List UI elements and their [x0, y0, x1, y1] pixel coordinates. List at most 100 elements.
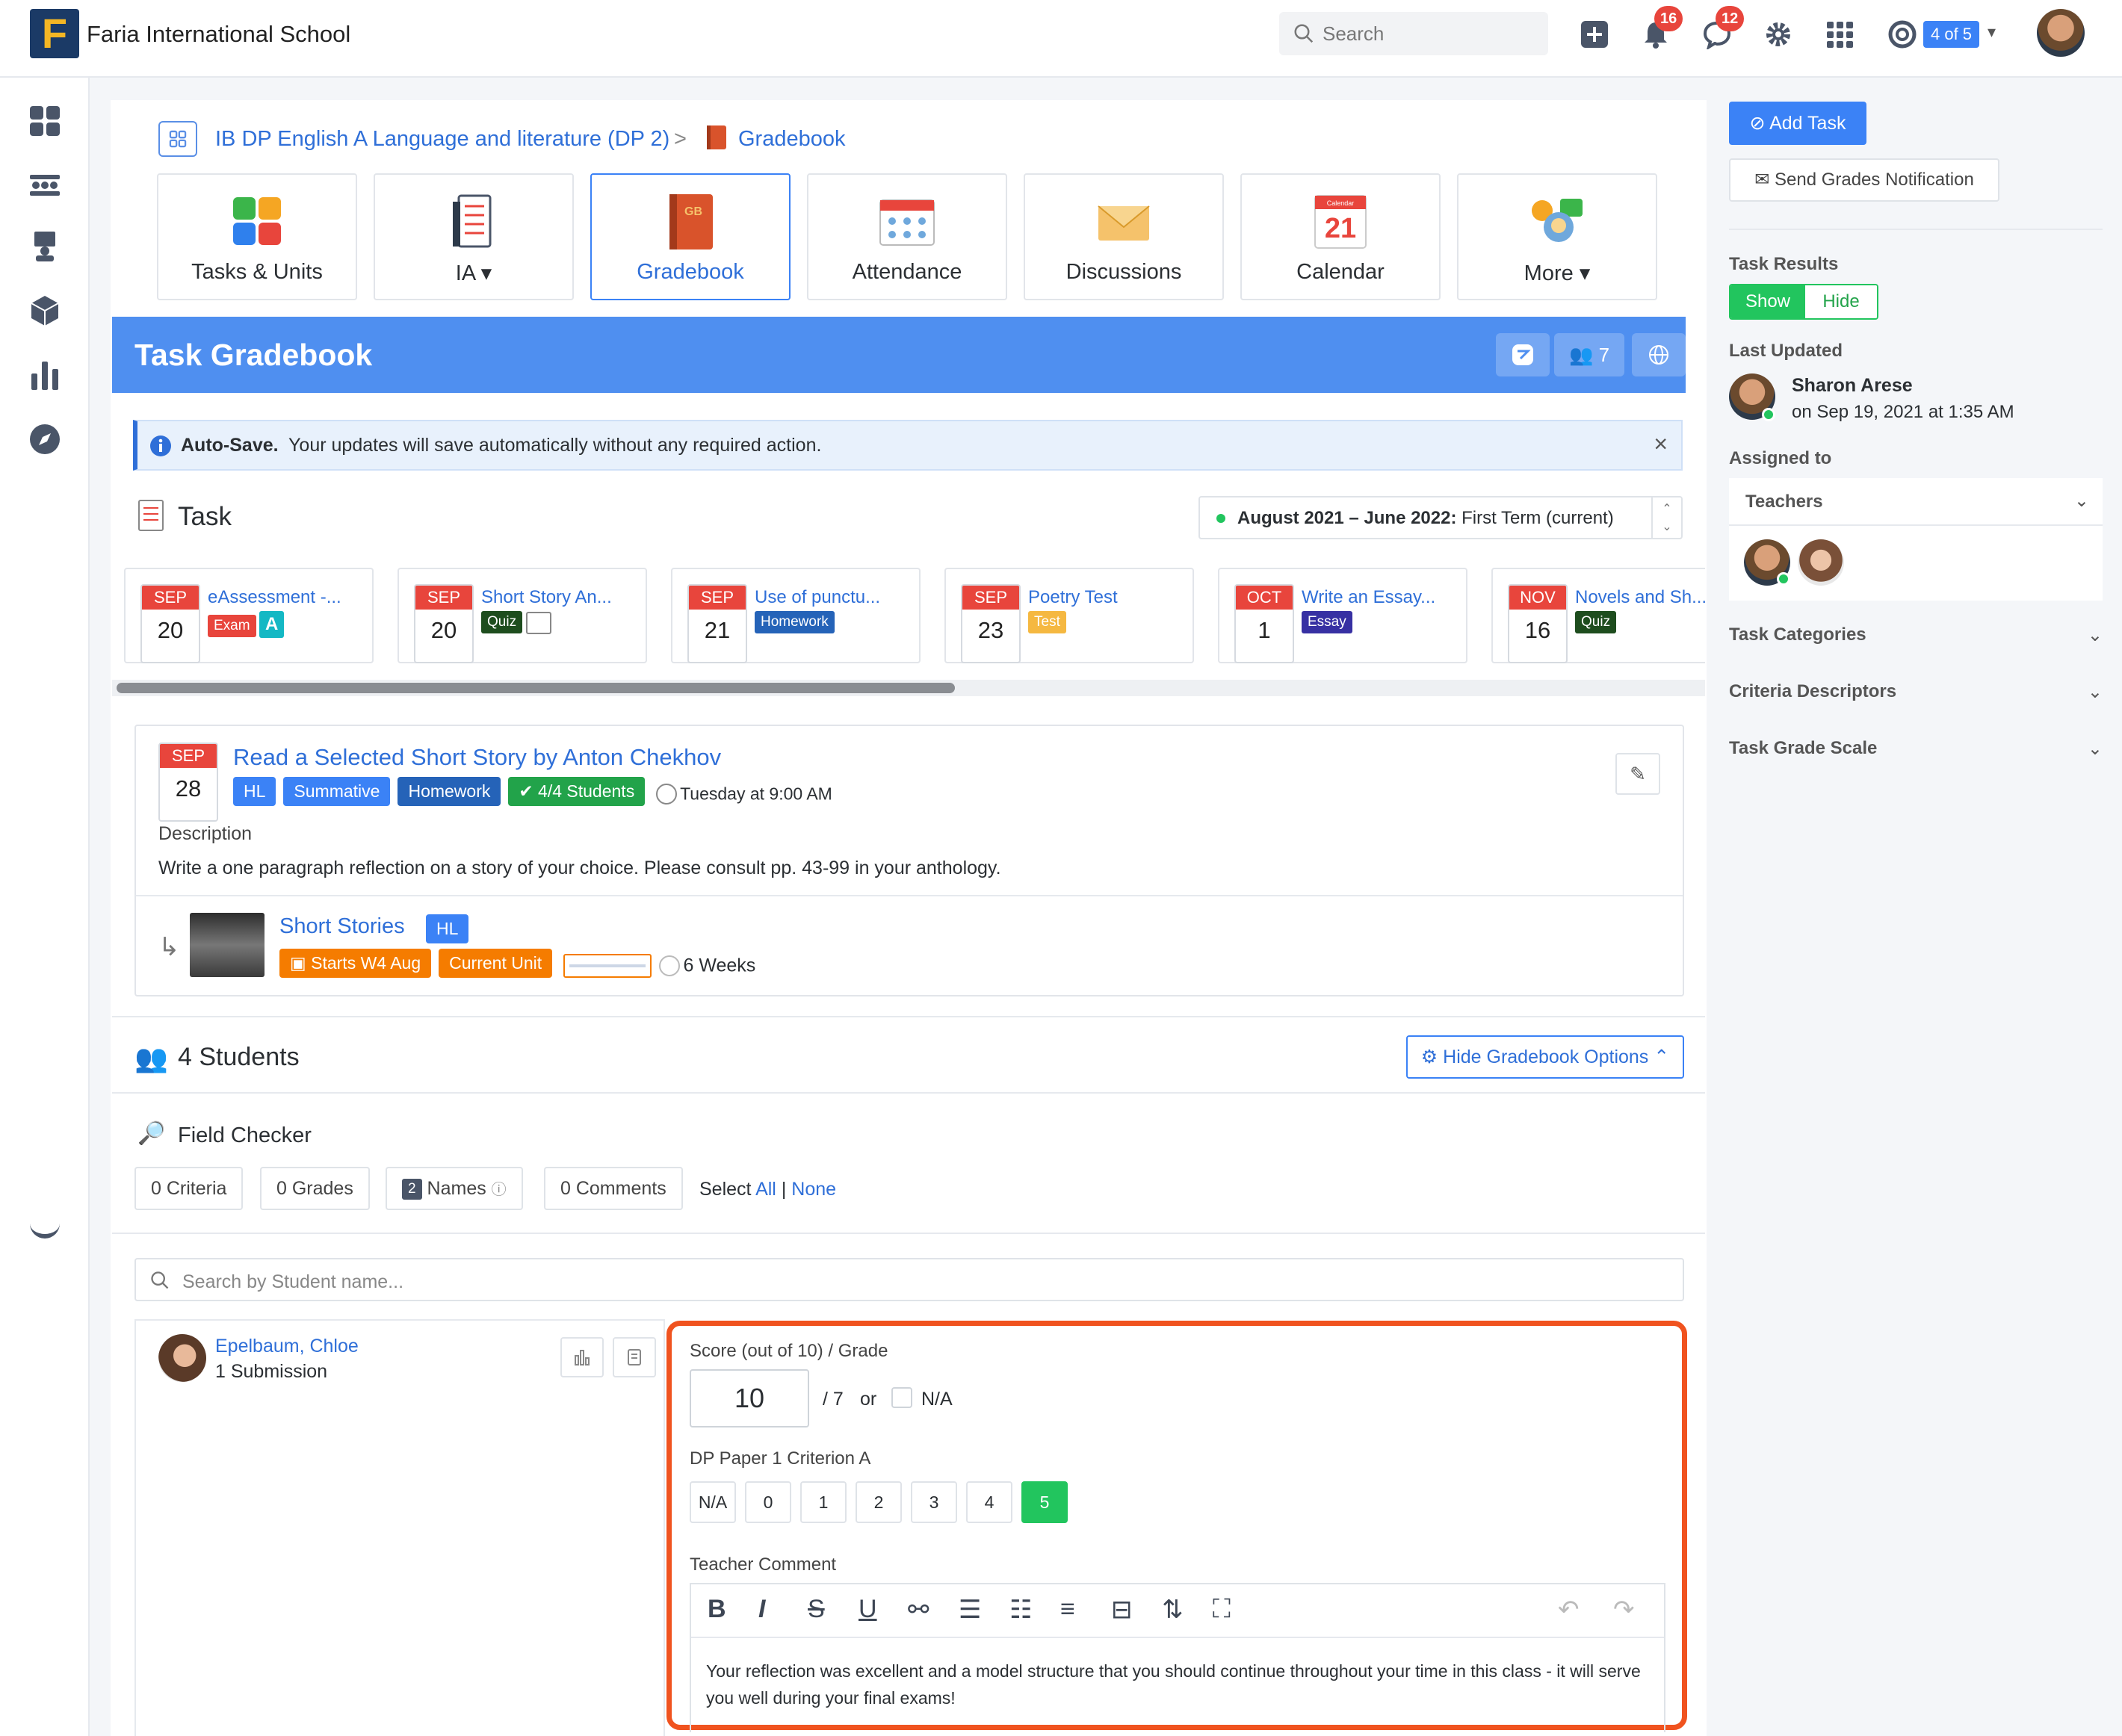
- language-button[interactable]: [1632, 333, 1686, 376]
- breadcrumb-gradebook-link[interactable]: Gradebook: [738, 127, 846, 152]
- add-task-button[interactable]: ⊘ Add Task: [1729, 102, 1866, 145]
- students-button[interactable]: 👥 7: [1554, 333, 1624, 376]
- dashboard-icon[interactable]: [28, 105, 61, 137]
- select-none-link[interactable]: None: [791, 1179, 836, 1200]
- student-name[interactable]: Epelbaum, Chloe: [215, 1336, 359, 1357]
- unit-thumbnail[interactable]: [190, 913, 265, 977]
- apps-grid-icon[interactable]: [1825, 19, 1855, 49]
- numbered-list-icon[interactable]: ☷: [1009, 1595, 1032, 1625]
- task-card[interactable]: NOV 16 Novels and Sh... Quiz: [1491, 568, 1705, 663]
- unit-title[interactable]: Short Stories: [279, 914, 405, 939]
- na-checkbox[interactable]: [891, 1387, 912, 1408]
- task-title[interactable]: Short Story An...: [481, 587, 612, 608]
- account-counter-badge[interactable]: 4 of 5: [1923, 21, 1980, 48]
- criteria-descriptors-section[interactable]: Criteria Descriptors ⌄: [1729, 681, 2103, 702]
- insert-icon[interactable]: ⇅: [1162, 1595, 1184, 1625]
- undo-icon[interactable]: ↶: [1558, 1595, 1580, 1625]
- close-icon[interactable]: ×: [1654, 430, 1668, 458]
- analytics-button[interactable]: [560, 1337, 604, 1377]
- task-title[interactable]: eAssessment -...: [208, 587, 341, 608]
- task-results-toggle: Show Hide: [1729, 284, 1878, 320]
- scrollbar-thumb[interactable]: [117, 683, 955, 693]
- chevron-down-icon: ⌄: [2087, 682, 2103, 702]
- gear-icon[interactable]: [1763, 19, 1793, 49]
- level-button-2[interactable]: 2: [856, 1481, 902, 1523]
- nav-attendance[interactable]: Attendance: [807, 173, 1007, 300]
- grades-filter-button[interactable]: 0 Grades: [260, 1167, 370, 1210]
- score-input[interactable]: 10: [690, 1369, 809, 1427]
- task-card[interactable]: SEP 23 Poetry Test Test: [944, 568, 1194, 663]
- grid-icon[interactable]: [158, 121, 197, 157]
- student-avatar[interactable]: [158, 1334, 206, 1382]
- fullscreen-icon[interactable]: ⛶: [1213, 1595, 1231, 1624]
- task-card[interactable]: OCT 1 Write an Essay... Essay: [1218, 568, 1467, 663]
- school-name[interactable]: Faria International School: [87, 21, 350, 48]
- bullet-list-icon[interactable]: ☰: [959, 1595, 981, 1625]
- level-button-na[interactable]: N/A: [690, 1481, 736, 1523]
- bar-chart-icon[interactable]: [28, 359, 61, 391]
- task-categories-section[interactable]: Task Categories ⌄: [1729, 624, 2103, 645]
- student-search-input[interactable]: Search by Student name...: [134, 1258, 1684, 1301]
- hide-gradebook-options-button[interactable]: ⚙ Hide Gradebook Options ⌃: [1406, 1035, 1684, 1079]
- align-justify-icon[interactable]: ≡: [1060, 1595, 1075, 1624]
- school-logo[interactable]: F: [30, 9, 79, 58]
- level-button-5[interactable]: 5: [1021, 1481, 1068, 1523]
- edit-task-button[interactable]: ✎: [1615, 753, 1660, 795]
- compass-icon[interactable]: [28, 423, 61, 456]
- nav-gradebook[interactable]: GB Gradebook: [590, 173, 791, 300]
- select-all-link[interactable]: All: [755, 1179, 776, 1200]
- chat-toggle-button[interactable]: [1496, 333, 1550, 376]
- info-icon[interactable]: ⓘ: [492, 1182, 507, 1198]
- task-grade-scale-section[interactable]: Task Grade Scale ⌄: [1729, 738, 2103, 759]
- updater-name[interactable]: Sharon Arese: [1792, 375, 1913, 397]
- teachers-dropdown[interactable]: Teachers ⌄: [1729, 478, 2103, 526]
- strikethrough-icon[interactable]: S: [808, 1595, 825, 1624]
- nav-more[interactable]: More ▾: [1457, 173, 1657, 300]
- notes-button[interactable]: [613, 1337, 656, 1377]
- select-stepper-icon[interactable]: ⌃ ⌄: [1651, 497, 1681, 538]
- comments-filter-button[interactable]: 0 Comments: [544, 1167, 683, 1210]
- bar-chart-icon: [575, 1350, 590, 1365]
- nav-tasks-units[interactable]: Tasks & Units: [157, 173, 357, 300]
- task-title[interactable]: Poetry Test: [1028, 587, 1118, 608]
- hide-toggle[interactable]: Hide: [1805, 285, 1877, 318]
- names-filter-button[interactable]: 2 Names ⓘ: [386, 1167, 523, 1210]
- breadcrumb-class-link[interactable]: IB DP English A Language and literature …: [215, 127, 669, 152]
- redo-icon[interactable]: ↷: [1613, 1595, 1635, 1625]
- horizontal-rule-icon[interactable]: ⊟: [1111, 1595, 1133, 1625]
- task-title[interactable]: Write an Essay...: [1302, 587, 1435, 608]
- send-grades-notification-button[interactable]: ✉ Send Grades Notification: [1729, 158, 1999, 202]
- task-card[interactable]: SEP 21 Use of punctu... Homework: [671, 568, 921, 663]
- level-button-4[interactable]: 4: [966, 1481, 1012, 1523]
- selected-task-title[interactable]: Read a Selected Short Story by Anton Che…: [233, 744, 721, 771]
- task-title[interactable]: Novels and Sh...: [1575, 587, 1705, 608]
- nav-calendar[interactable]: Calendar 21 Calendar: [1240, 173, 1441, 300]
- cube-icon[interactable]: [28, 294, 61, 327]
- nav-ia[interactable]: IA ▾: [374, 173, 574, 300]
- classes-icon[interactable]: [28, 167, 61, 200]
- teacher-avatar[interactable]: [1798, 539, 1844, 586]
- task-card[interactable]: SEP 20 eAssessment -... Exam A: [124, 568, 374, 663]
- show-toggle[interactable]: Show: [1730, 285, 1805, 318]
- add-icon[interactable]: [1580, 19, 1609, 49]
- user-avatar[interactable]: [2037, 9, 2085, 57]
- global-search-input[interactable]: Search: [1279, 12, 1548, 55]
- level-button-0[interactable]: 0: [745, 1481, 791, 1523]
- teacher-icon[interactable]: [28, 230, 61, 263]
- level-button-1[interactable]: 1: [800, 1481, 847, 1523]
- comment-text[interactable]: Your reflection was excellent and a mode…: [706, 1658, 1655, 1711]
- task-title[interactable]: Use of punctu...: [755, 587, 880, 608]
- italic-icon[interactable]: I: [758, 1595, 765, 1624]
- level-button-3[interactable]: 3: [911, 1481, 957, 1523]
- chevron-down-icon[interactable]: ▾: [1988, 22, 1996, 42]
- lifebuoy-icon[interactable]: [1887, 19, 1917, 49]
- link-icon[interactable]: ⚯: [908, 1595, 929, 1625]
- term-select[interactable]: August 2021 – June 2022: First Term (cur…: [1198, 496, 1683, 539]
- horizontal-scrollbar[interactable]: [112, 680, 1705, 696]
- bold-icon[interactable]: B: [708, 1595, 726, 1624]
- underline-icon[interactable]: U: [859, 1595, 877, 1624]
- task-card[interactable]: SEP 20 Short Story An... Quiz: [398, 568, 647, 663]
- submission-count[interactable]: 1 Submission: [215, 1361, 327, 1383]
- criteria-filter-button[interactable]: 0 Criteria: [134, 1167, 244, 1210]
- nav-discussions[interactable]: Discussions: [1024, 173, 1224, 300]
